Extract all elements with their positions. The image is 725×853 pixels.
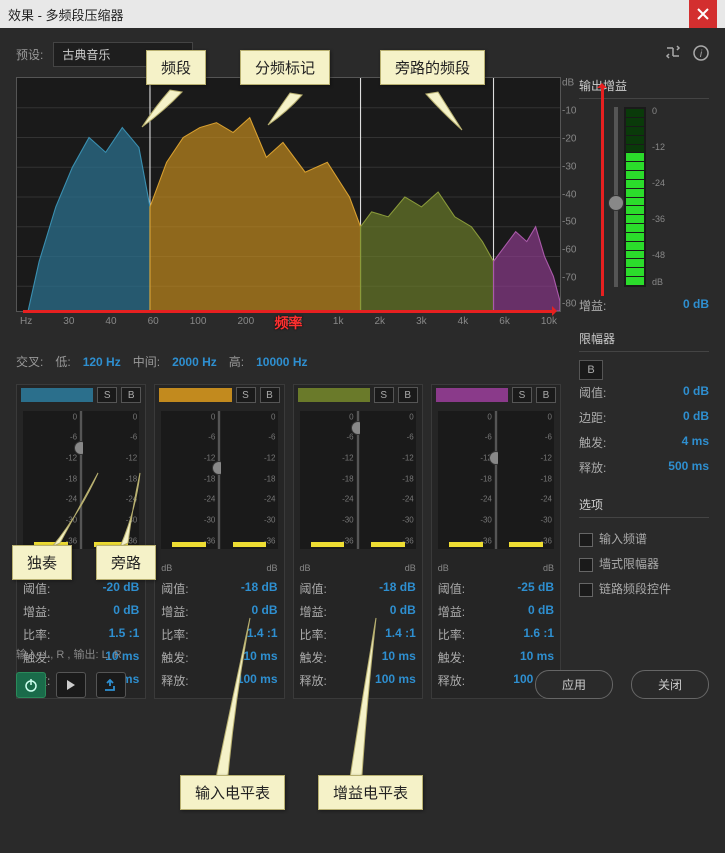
spectrum-display[interactable]: 频率 dB -10 -20 -30 -40 -50 -60 -70 -80 [16,77,561,312]
threshold-slider[interactable] [357,411,359,549]
solo-button[interactable]: S [512,387,532,403]
input-meter: 0-6-12-18-24-30-36 [161,411,217,549]
band-threshold[interactable]: -18 dB [379,580,416,597]
bypass-button[interactable]: B [121,387,141,403]
titlebar: 效果 - 多频段压缩器 [0,0,725,28]
limiter-release[interactable]: 500 ms [668,459,709,476]
band-gain[interactable]: 0 dB [113,603,139,620]
bypass-button[interactable]: B [536,387,556,403]
band-gain[interactable]: 0 dB [390,603,416,620]
limiter-bypass-button[interactable]: B [579,360,603,380]
solo-button[interactable]: S [374,387,394,403]
band-ratio[interactable]: 1.6 :1 [523,626,554,643]
power-button[interactable] [16,672,46,698]
output-gain-value[interactable]: 0 dB [683,297,709,314]
solo-button[interactable]: S [97,387,117,403]
crossover-mid[interactable]: 2000 Hz [172,355,217,369]
crossover-low[interactable]: 120 Hz [83,355,121,369]
annotation-band: 频段 [146,50,206,85]
limiter-threshold[interactable]: 0 dB [683,384,709,401]
band-color-strip [159,388,231,402]
threshold-slider[interactable] [495,411,497,549]
annotation-solo: 独奏 [12,545,72,580]
band-color-strip [298,388,370,402]
band-threshold[interactable]: -18 dB [241,580,278,597]
input-meter: 0-6-12-18-24-30-36 [438,411,494,549]
band-threshold[interactable]: -20 dB [103,580,140,597]
band-gain[interactable]: 0 dB [528,603,554,620]
limiter-margin[interactable]: 0 dB [683,409,709,426]
annotation-bypass: 旁路 [96,545,156,580]
annotation-bypassed-band: 旁路的频段 [380,50,485,85]
output-meter [624,107,646,287]
option-input-spectrum[interactable]: 输入频谱 [579,526,709,551]
crossover-row: 交叉: 低: 120 Hz 中间: 2000 Hz 高: 10000 Hz [16,353,561,370]
gain-meter: 0-6-12-18-24-30-36 [498,411,554,549]
options-title: 选项 [579,496,709,518]
freq-annotation: 频率 [275,313,303,333]
solo-button[interactable]: S [236,387,256,403]
preset-row: 预设: 古典音乐 i [16,42,709,67]
band-color-strip [21,388,93,402]
gain-meter: 0-6-12-18-24-30-36 [221,411,277,549]
gain-meter: 0-6-12-18-24-30-36 [360,411,416,549]
window-title: 效果 - 多频段压缩器 [8,5,124,24]
crossover-high[interactable]: 10000 Hz [256,355,307,369]
output-gain-knob[interactable] [608,195,624,211]
input-meter: 0-6-12-18-24-30-36 [23,411,79,549]
band-ratio[interactable]: 1.4 :1 [385,626,416,643]
y-axis-arrow [601,86,604,296]
info-icon[interactable]: i [693,45,709,64]
output-gain-slider[interactable] [614,107,618,287]
bypass-button[interactable]: B [260,387,280,403]
option-brickwall[interactable]: 墙式限幅器 [579,551,709,576]
close-button-footer[interactable]: 关闭 [631,670,709,699]
preset-label: 预设: [16,46,43,63]
close-button[interactable] [689,0,717,28]
band-color-strip [436,388,508,402]
limiter-title: 限幅器 [579,330,709,352]
apply-button[interactable]: 应用 [535,670,613,699]
band-ratio[interactable]: 1.4 :1 [247,626,278,643]
gain-meter: 0-6-12-18-24-30-36 [83,411,139,549]
limiter-attack[interactable]: 4 ms [682,434,709,451]
play-button[interactable] [56,672,86,698]
annotation-gain-meter: 增益电平表 [318,775,423,810]
threshold-slider[interactable] [80,411,82,549]
annotation-input-meter: 输入电平表 [180,775,285,810]
export-icon[interactable] [96,672,126,698]
band-ratio[interactable]: 1.5 :1 [109,626,140,643]
annotation-crossover-marker: 分频标记 [240,50,330,85]
band-gain[interactable]: 0 dB [251,603,277,620]
option-link-bands[interactable]: 链路频段控件 [579,576,709,601]
io-label: 输入: L, R , 输出: L, R [16,646,709,662]
input-meter: 0-6-12-18-24-30-36 [300,411,356,549]
routing-icon[interactable] [665,45,681,64]
db-scale: dB -10 -20 -30 -40 -50 -60 -70 -80 [562,78,584,311]
threshold-slider[interactable] [218,411,220,549]
band-threshold[interactable]: -25 dB [517,580,554,597]
svg-text:i: i [700,49,703,60]
bypass-button[interactable]: B [398,387,418,403]
